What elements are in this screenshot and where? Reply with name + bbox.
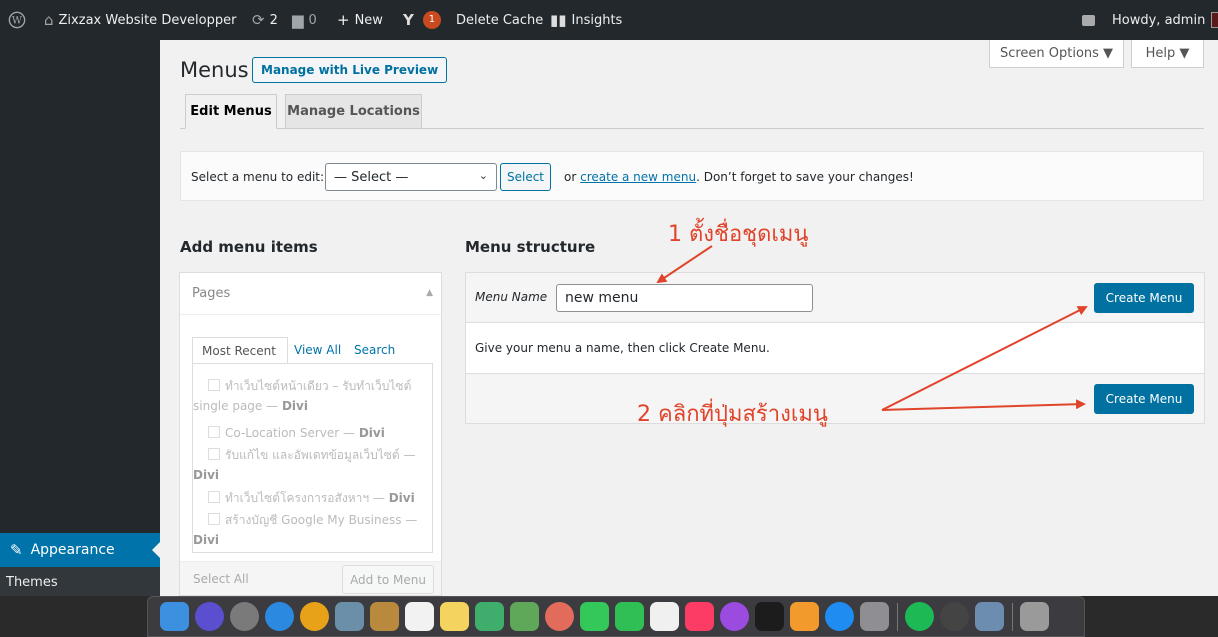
finder-icon[interactable] [160, 602, 189, 631]
arrow-to-menu-name [656, 245, 713, 284]
image-capture-icon[interactable] [975, 602, 1004, 631]
trash-icon[interactable] [1020, 602, 1049, 631]
appletv-icon[interactable] [755, 602, 784, 631]
books-icon[interactable] [790, 602, 819, 631]
annotation-arrows [656, 245, 1088, 411]
podcasts-icon[interactable] [720, 602, 749, 631]
system-preferences-icon[interactable] [860, 602, 889, 631]
maps-icon[interactable] [510, 602, 539, 631]
arrow-to-create-bottom [881, 399, 1086, 411]
arrow-to-create-top [881, 306, 1088, 411]
appstore-icon[interactable] [825, 602, 854, 631]
openai-icon[interactable] [940, 602, 969, 631]
preview-icon[interactable] [335, 602, 364, 631]
messages-icon[interactable] [580, 602, 609, 631]
siri-icon[interactable] [195, 602, 224, 631]
launchpad-icon[interactable] [230, 602, 259, 631]
spotify-icon[interactable] [905, 602, 934, 631]
chrome-icon[interactable] [300, 602, 329, 631]
calendar-icon[interactable] [405, 602, 434, 631]
safari-icon[interactable] [265, 602, 294, 631]
music-icon[interactable] [685, 602, 714, 631]
dock-separator [1012, 603, 1013, 631]
photos-icon[interactable] [545, 602, 574, 631]
macos-dock [147, 596, 1085, 637]
notes-icon[interactable] [440, 602, 469, 631]
notebook-icon[interactable] [370, 602, 399, 631]
atom-icon[interactable] [475, 602, 504, 631]
facetime-icon[interactable] [615, 602, 644, 631]
reminders-icon[interactable] [650, 602, 679, 631]
dock-separator [897, 603, 898, 631]
